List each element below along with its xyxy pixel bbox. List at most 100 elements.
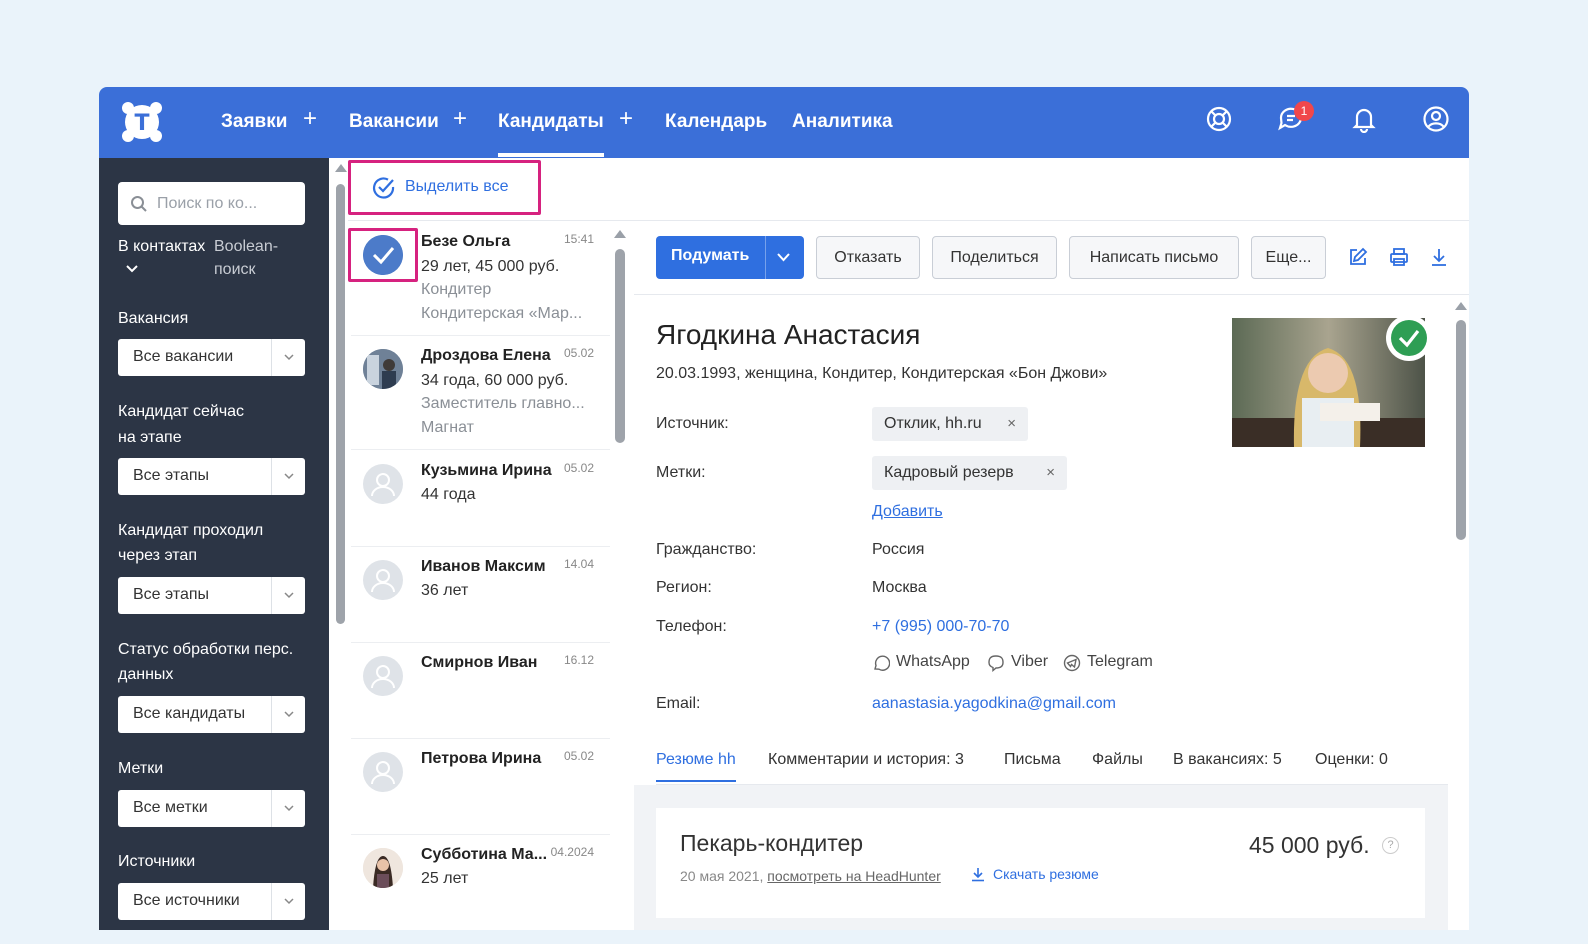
phone-link[interactable]: +7 (995) 000-70-70: [872, 618, 1009, 636]
print-icon[interactable]: [1388, 246, 1410, 268]
app-logo-icon[interactable]: T: [119, 99, 165, 145]
nav-requests[interactable]: Заявки: [221, 111, 287, 133]
email-label: Email:: [656, 695, 701, 712]
scrollbar-thumb[interactable]: [615, 249, 625, 443]
vacancy-select[interactable]: Все вакансии: [118, 339, 305, 376]
in-contacts-toggle[interactable]: В контактах: [118, 234, 205, 259]
headhunter-link[interactable]: посмотреть на HeadHunter: [767, 868, 940, 884]
reject-button[interactable]: Отказать: [816, 236, 920, 279]
download-resume-link[interactable]: Скачать резюме: [993, 866, 1099, 882]
app-window: T Заявки + Вакансии + Кандидаты + Календ…: [99, 87, 1469, 930]
chevron-down-icon: [284, 592, 294, 599]
scroll-up-icon[interactable]: [614, 230, 626, 238]
detail-scrollbar[interactable]: [1453, 300, 1469, 930]
user-profile-icon[interactable]: [1422, 105, 1450, 133]
candidate-date: 05.02: [563, 346, 594, 360]
candidate-age: 44 года: [421, 486, 476, 503]
remove-tag-icon[interactable]: ×: [1046, 456, 1055, 490]
chevron-down-icon[interactable]: [777, 253, 790, 262]
whatsapp-icon[interactable]: [872, 654, 890, 672]
tags-select-value: Все метки: [133, 799, 208, 816]
avatar-placeholder-icon: [363, 464, 403, 504]
avatar-placeholder-icon: [363, 752, 403, 792]
support-lifebuoy-icon[interactable]: [1205, 105, 1233, 133]
avatar-placeholder-icon: [363, 656, 403, 696]
viber-icon[interactable]: [987, 654, 1005, 672]
telegram-icon[interactable]: [1063, 654, 1081, 672]
candidate-rows-scrollbar[interactable]: [612, 227, 628, 930]
current-stage-select[interactable]: Все этапы: [118, 458, 305, 495]
email-link[interactable]: aanastasia.yagodkina@gmail.com: [872, 695, 1116, 713]
candidate-list-item[interactable]: Петрова Ирина 05.02: [351, 739, 610, 835]
tags-label: Метки:: [656, 464, 706, 481]
filter-label-current-stage-2: на этапе: [118, 429, 182, 446]
add-vacancy-button[interactable]: +: [453, 105, 467, 133]
candidate-list-item[interactable]: Субботина Ма... 04.2024 25 лет: [351, 835, 610, 930]
nav-candidates[interactable]: Кандидаты: [498, 111, 604, 157]
tab-letters[interactable]: Письма: [1004, 751, 1061, 769]
past-stage-select[interactable]: Все этапы: [118, 577, 305, 614]
add-candidate-button[interactable]: +: [619, 105, 633, 133]
nav-vacancies[interactable]: Вакансии: [349, 111, 439, 133]
download-icon[interactable]: [970, 866, 986, 882]
nav-calendar[interactable]: Календарь: [665, 111, 767, 133]
candidate-date: 05.02: [563, 461, 594, 475]
chevron-down-icon[interactable]: [126, 265, 138, 273]
personal-data-select-value: Все кандидаты: [133, 705, 246, 722]
boolean-search-link[interactable]: Boolean-: [214, 235, 278, 258]
select-all-button[interactable]: Выделить все: [405, 178, 508, 196]
filters-sidebar: Поиск по ко... В контактах Boolean- поис…: [99, 158, 329, 930]
candidate-age-salary: 29 лет, 45 000 руб.: [421, 258, 560, 275]
think-button[interactable]: Подумать: [656, 236, 804, 279]
check-circle-icon[interactable]: [372, 176, 396, 200]
personal-data-select[interactable]: Все кандидаты: [118, 696, 305, 733]
add-request-button[interactable]: +: [303, 105, 317, 133]
tab-in-vacancies[interactable]: В вакансиях: 5: [1173, 751, 1282, 769]
edit-icon[interactable]: [1347, 246, 1369, 268]
candidate-age-salary: 34 года, 60 000 руб.: [421, 372, 569, 389]
candidate-list-item[interactable]: Кузьмина Ирина 05.02 44 года: [351, 451, 610, 547]
filter-label-current-stage: Кандидат сейчас: [118, 403, 245, 420]
source-value: Отклик, hh.ru: [884, 415, 982, 432]
candidate-list-item[interactable]: Дроздова Елена 05.02 34 года, 60 000 руб…: [351, 337, 610, 450]
candidate-list-item[interactable]: Смирнов Иван 16.12: [351, 643, 610, 739]
tags-select[interactable]: Все метки: [118, 790, 305, 827]
filter-label-personal-data: Статус обработки перс.: [118, 641, 294, 658]
remove-source-icon[interactable]: ×: [1007, 407, 1016, 441]
scroll-up-icon[interactable]: [1455, 302, 1467, 310]
bell-icon[interactable]: [1350, 105, 1378, 133]
add-tag-link[interactable]: Добавить: [872, 503, 943, 521]
chevron-down-icon: [284, 473, 294, 480]
search-input[interactable]: Поиск по ко...: [118, 182, 305, 225]
telegram-link[interactable]: Telegram: [1087, 653, 1153, 671]
nav-analytics[interactable]: Аналитика: [792, 111, 893, 133]
candidate-list-item[interactable]: Иванов Максим 14.04 36 лет: [351, 547, 610, 643]
resume-date: 20 мая 2021,: [680, 868, 764, 884]
scroll-up-icon[interactable]: [335, 164, 347, 172]
filter-label-past-stage: Кандидат проходил: [118, 522, 264, 539]
more-button[interactable]: Еще...: [1251, 236, 1326, 279]
scrollbar-thumb[interactable]: [1456, 320, 1466, 540]
download-icon[interactable]: [1428, 246, 1450, 268]
filter-label-vacancy: Вакансия: [118, 310, 189, 327]
candidate-name: Кузьмина Ирина: [421, 462, 552, 479]
sources-select[interactable]: Все источники: [118, 883, 305, 920]
share-button[interactable]: Поделиться: [932, 236, 1057, 279]
candidate-position: Кондитер: [421, 281, 492, 298]
search-placeholder: Поиск по ко...: [157, 195, 258, 212]
candidate-company: Магнат: [421, 419, 474, 436]
viber-link[interactable]: Viber: [1011, 653, 1048, 671]
tab-files[interactable]: Файлы: [1092, 751, 1143, 769]
write-letter-button[interactable]: Написать письмо: [1069, 236, 1239, 279]
search-icon: [131, 196, 147, 212]
tab-comments-history[interactable]: Комментарии и история: 3: [768, 751, 964, 769]
scrollbar-thumb[interactable]: [336, 184, 345, 624]
tag-chip: Кадровый резерв ×: [872, 456, 1067, 490]
help-icon[interactable]: ?: [1382, 837, 1399, 854]
boolean-search-link-2[interactable]: поиск: [214, 258, 256, 281]
tab-resume-hh[interactable]: Резюме hh: [656, 751, 736, 782]
whatsapp-link[interactable]: WhatsApp: [896, 653, 970, 671]
filter-label-past-stage-2: через этап: [118, 547, 197, 564]
candidate-list-scrollbar[interactable]: [333, 158, 348, 930]
tab-ratings[interactable]: Оценки: 0: [1315, 751, 1388, 769]
